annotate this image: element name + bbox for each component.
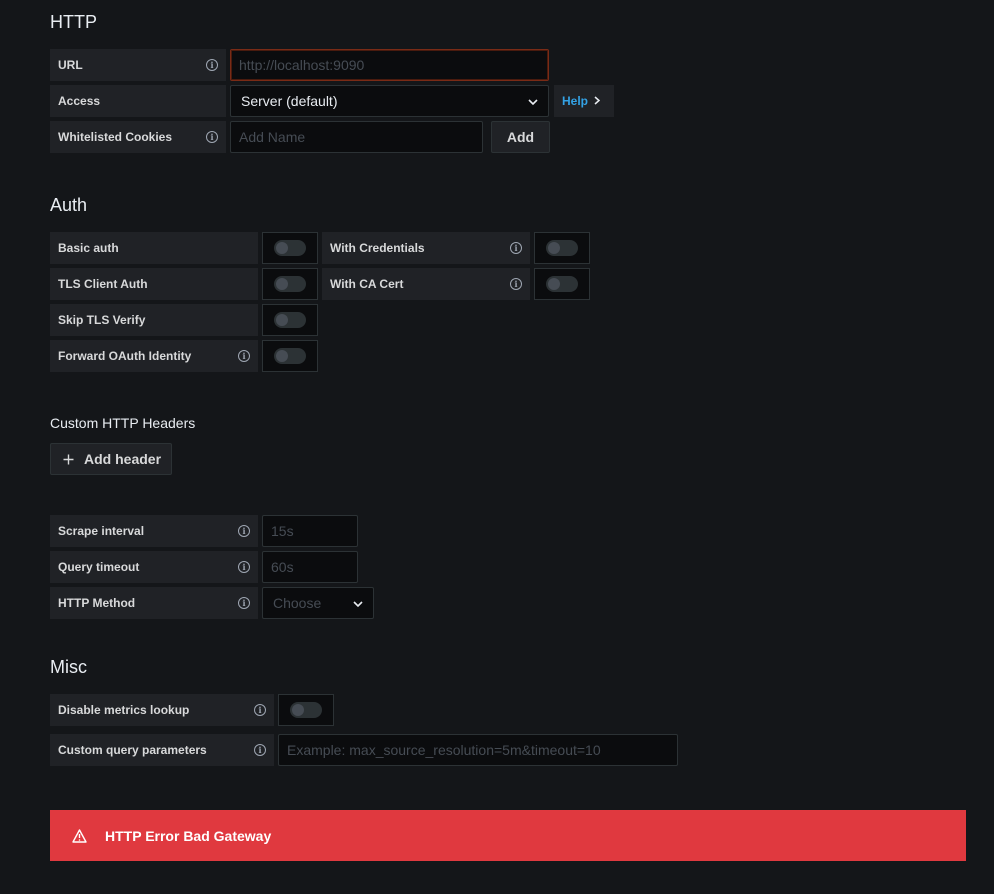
help-button[interactable]: Help bbox=[554, 85, 614, 117]
custom-query-label: Custom query parameters i bbox=[50, 734, 274, 766]
with-credentials-text: With Credentials bbox=[330, 241, 425, 255]
scrape-interval-text: Scrape interval bbox=[58, 524, 145, 538]
info-icon[interactable]: i bbox=[238, 525, 250, 537]
disable-metrics-text: Disable metrics lookup bbox=[58, 703, 190, 717]
with-credentials-label: With Credentials i bbox=[322, 232, 530, 264]
info-icon[interactable]: i bbox=[254, 704, 266, 716]
access-select[interactable]: Server (default) bbox=[230, 85, 549, 117]
http-section-title: HTTP bbox=[50, 12, 97, 32]
skip-tls-verify-label: Skip TLS Verify bbox=[50, 304, 258, 336]
info-icon[interactable]: i bbox=[238, 561, 250, 573]
tls-client-auth-toggle[interactable] bbox=[262, 268, 318, 300]
forward-oauth-toggle[interactable] bbox=[262, 340, 318, 372]
custom-query-text: Custom query parameters bbox=[58, 743, 207, 757]
query-timeout-input[interactable]: 60s bbox=[262, 551, 358, 583]
forward-oauth-text: Forward OAuth Identity bbox=[58, 349, 192, 363]
auth-section-title: Auth bbox=[50, 195, 88, 215]
basic-auth-text: Basic auth bbox=[58, 241, 119, 255]
url-label-text: URL bbox=[58, 58, 83, 72]
warning-icon bbox=[72, 828, 87, 843]
with-credentials-toggle[interactable] bbox=[534, 232, 590, 264]
misc-section-title: Misc bbox=[50, 657, 87, 677]
basic-auth-label: Basic auth bbox=[50, 232, 258, 264]
basic-auth-toggle[interactable] bbox=[262, 232, 318, 264]
cookies-label: Whitelisted Cookies i bbox=[50, 121, 226, 153]
access-label: Access bbox=[50, 85, 226, 117]
chevron-right-icon bbox=[594, 94, 601, 108]
scrape-interval-input[interactable]: 15s bbox=[262, 515, 358, 547]
access-select-value: Server (default) bbox=[241, 93, 338, 109]
info-icon[interactable]: i bbox=[238, 350, 250, 362]
info-icon[interactable]: i bbox=[238, 597, 250, 609]
query-timeout-text: Query timeout bbox=[58, 560, 140, 574]
info-icon[interactable]: i bbox=[206, 59, 218, 71]
disable-metrics-label: Disable metrics lookup i bbox=[50, 694, 274, 726]
with-ca-cert-label: With CA Cert i bbox=[322, 268, 530, 300]
http-method-select[interactable]: Choose bbox=[262, 587, 374, 619]
with-ca-cert-text: With CA Cert bbox=[330, 277, 404, 291]
info-icon[interactable]: i bbox=[206, 131, 218, 143]
url-label: URL i bbox=[50, 49, 226, 81]
scrape-interval-label: Scrape interval i bbox=[50, 515, 258, 547]
custom-query-input[interactable]: Example: max_source_resolution=5m&timeou… bbox=[278, 734, 678, 766]
plus-icon bbox=[63, 454, 74, 465]
forward-oauth-label: Forward OAuth Identity i bbox=[50, 340, 258, 372]
info-icon[interactable]: i bbox=[510, 278, 522, 290]
skip-tls-verify-toggle[interactable] bbox=[262, 304, 318, 336]
query-timeout-label: Query timeout i bbox=[50, 551, 258, 583]
info-icon[interactable]: i bbox=[254, 744, 266, 756]
http-method-value: Choose bbox=[273, 595, 322, 611]
alert-message: HTTP Error Bad Gateway bbox=[105, 827, 272, 844]
cookies-input[interactable]: Add Name bbox=[230, 121, 483, 153]
cookies-label-text: Whitelisted Cookies bbox=[58, 130, 173, 144]
tls-client-auth-text: TLS Client Auth bbox=[58, 277, 148, 291]
custom-headers-title: Custom HTTP Headers bbox=[50, 415, 196, 431]
url-input[interactable]: http://localhost:9090 bbox=[230, 49, 549, 81]
add-header-button[interactable]: Add header bbox=[50, 443, 172, 475]
info-icon[interactable]: i bbox=[510, 242, 522, 254]
with-ca-cert-toggle[interactable] bbox=[534, 268, 590, 300]
skip-tls-verify-text: Skip TLS Verify bbox=[58, 313, 146, 327]
access-label-text: Access bbox=[58, 94, 101, 108]
help-label: Help bbox=[562, 94, 589, 108]
http-method-text: HTTP Method bbox=[58, 596, 136, 610]
add-header-label: Add header bbox=[84, 451, 162, 467]
tls-client-auth-label: TLS Client Auth bbox=[50, 268, 258, 300]
chevron-down-icon bbox=[353, 595, 363, 611]
error-alert: HTTP Error Bad Gateway bbox=[50, 810, 966, 861]
add-cookie-button[interactable]: Add bbox=[491, 121, 550, 153]
http-method-label: HTTP Method i bbox=[50, 587, 258, 619]
chevron-down-icon bbox=[528, 93, 538, 109]
disable-metrics-toggle[interactable] bbox=[278, 694, 334, 726]
